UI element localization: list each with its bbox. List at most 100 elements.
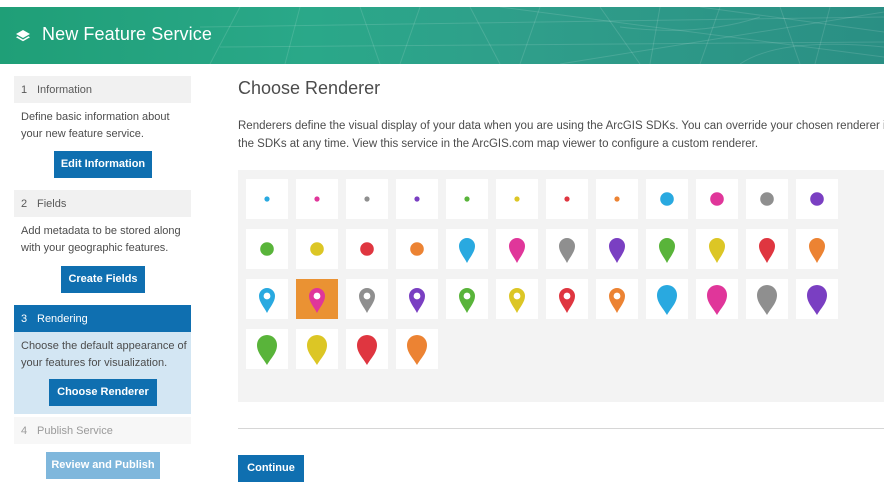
symbol-option-droplet-large-gray[interactable]: [746, 279, 788, 319]
symbol-option-droplet-large-red[interactable]: [346, 329, 388, 369]
droplet-large-icon: [807, 285, 827, 315]
symbol-option-dot-small-purple[interactable]: [396, 179, 438, 219]
symbol-option-droplet-blue[interactable]: [446, 229, 488, 269]
step-body: Add metadata to be stored along with you…: [14, 217, 191, 301]
droplet-icon: [659, 238, 675, 263]
choose-renderer-button[interactable]: Choose Renderer: [49, 379, 157, 406]
dot-large-icon: [260, 242, 274, 256]
dot-small-icon: [414, 196, 420, 202]
dot-small-icon: [364, 196, 370, 202]
dot-large-icon: [410, 242, 424, 256]
symbol-option-dot-large-orange[interactable]: [396, 229, 438, 269]
symbol-option-dot-large-blue[interactable]: [646, 179, 688, 219]
step-label: Information: [37, 83, 93, 96]
description-line: the SDKs at any time. View this service …: [238, 138, 759, 150]
pin-icon: [609, 288, 625, 313]
step-description: Add metadata to be stored along with you…: [21, 225, 181, 254]
symbol-option-droplet-large-purple[interactable]: [796, 279, 838, 319]
symbol-option-droplet-purple[interactable]: [596, 229, 638, 269]
review-and-publish-button: Review and Publish: [46, 452, 160, 479]
step-number: 2: [21, 197, 28, 210]
pin-icon: [459, 288, 475, 313]
step-body: Review and Publish: [14, 452, 191, 487]
continue-button[interactable]: Continue: [238, 455, 304, 482]
symbol-option-droplet-yellow[interactable]: [696, 229, 738, 269]
step-header[interactable]: 3 Rendering: [14, 305, 191, 332]
symbol-option-droplet-large-pink[interactable]: [696, 279, 738, 319]
dot-large-icon: [760, 192, 774, 206]
step-body: Choose the default appearance of your fe…: [14, 332, 191, 414]
symbol-option-dot-large-pink[interactable]: [696, 179, 738, 219]
symbol-option-droplet-green[interactable]: [646, 229, 688, 269]
symbol-option-droplet-large-blue[interactable]: [646, 279, 688, 319]
symbol-option-pin-blue[interactable]: [246, 279, 288, 319]
symbol-option-dot-small-pink[interactable]: [296, 179, 338, 219]
pin-icon: [259, 288, 275, 313]
symbol-option-dot-large-green[interactable]: [246, 229, 288, 269]
dot-small-icon: [514, 196, 520, 202]
description-line: Renderers define the visual display of y…: [238, 120, 884, 132]
symbol-option-droplet-red[interactable]: [746, 229, 788, 269]
create-fields-button[interactable]: Create Fields: [61, 266, 145, 293]
edit-information-button[interactable]: Edit Information: [54, 151, 152, 178]
symbol-option-droplet-orange[interactable]: [796, 229, 838, 269]
dot-small-icon: [564, 196, 570, 202]
dot-large-icon: [310, 242, 324, 256]
symbol-option-dot-large-gray[interactable]: [746, 179, 788, 219]
droplet-large-icon: [707, 285, 727, 315]
droplet-large-icon: [307, 335, 327, 365]
symbol-option-droplet-gray[interactable]: [546, 229, 588, 269]
droplet-icon: [609, 238, 625, 263]
symbol-option-pin-red[interactable]: [546, 279, 588, 319]
symbol-option-pin-yellow[interactable]: [496, 279, 538, 319]
symbol-option-dot-small-green[interactable]: [446, 179, 488, 219]
dot-large-icon: [660, 192, 674, 206]
droplet-icon: [459, 238, 475, 263]
symbol-option-pin-pink[interactable]: [296, 279, 338, 319]
droplet-large-icon: [657, 285, 677, 315]
droplet-large-icon: [257, 335, 277, 365]
divider: [238, 428, 884, 429]
symbol-option-pin-gray[interactable]: [346, 279, 388, 319]
symbol-option-dot-large-purple[interactable]: [796, 179, 838, 219]
symbol-option-dot-large-red[interactable]: [346, 229, 388, 269]
symbol-option-dot-small-blue[interactable]: [246, 179, 288, 219]
droplet-icon: [559, 238, 575, 263]
symbol-option-dot-small-yellow[interactable]: [496, 179, 538, 219]
symbol-option-droplet-pink[interactable]: [496, 229, 538, 269]
droplet-icon: [709, 238, 725, 263]
droplet-icon: [759, 238, 775, 263]
step-number: 3: [21, 312, 28, 325]
step-description: Choose the default appearance of your fe…: [21, 340, 187, 369]
symbol-option-droplet-large-orange[interactable]: [396, 329, 438, 369]
symbol-option-droplet-large-yellow[interactable]: [296, 329, 338, 369]
droplet-icon: [809, 238, 825, 263]
dot-small-icon: [614, 196, 620, 202]
symbol-option-dot-large-yellow[interactable]: [296, 229, 338, 269]
step-fields: 2 Fields Add metadata to be stored along…: [14, 190, 191, 301]
step-publish-service: 4 Publish Service Review and Publish: [14, 417, 191, 487]
step-description: Define basic information about your new …: [21, 111, 170, 140]
droplet-large-icon: [357, 335, 377, 365]
pin-icon: [359, 288, 375, 313]
pin-icon: [409, 288, 425, 313]
page-title: New Feature Service: [42, 24, 212, 44]
step-header: 4 Publish Service: [14, 417, 191, 444]
step-information: 1 Information Define basic information a…: [14, 76, 191, 186]
dot-large-icon: [710, 192, 724, 206]
symbol-option-droplet-large-green[interactable]: [246, 329, 288, 369]
symbol-option-pin-orange[interactable]: [596, 279, 638, 319]
dot-small-icon: [264, 196, 270, 202]
dot-small-icon: [314, 196, 320, 202]
symbol-option-pin-green[interactable]: [446, 279, 488, 319]
symbol-option-dot-small-gray[interactable]: [346, 179, 388, 219]
symbol-option-pin-purple[interactable]: [396, 279, 438, 319]
droplet-icon: [509, 238, 525, 263]
renderer-description: Renderers define the visual display of y…: [238, 117, 884, 153]
symbol-option-dot-small-red[interactable]: [546, 179, 588, 219]
step-number: 4: [21, 424, 28, 437]
step-header[interactable]: 1 Information: [14, 76, 191, 103]
step-label: Fields: [37, 197, 67, 210]
symbol-option-dot-small-orange[interactable]: [596, 179, 638, 219]
step-header[interactable]: 2 Fields: [14, 190, 191, 217]
